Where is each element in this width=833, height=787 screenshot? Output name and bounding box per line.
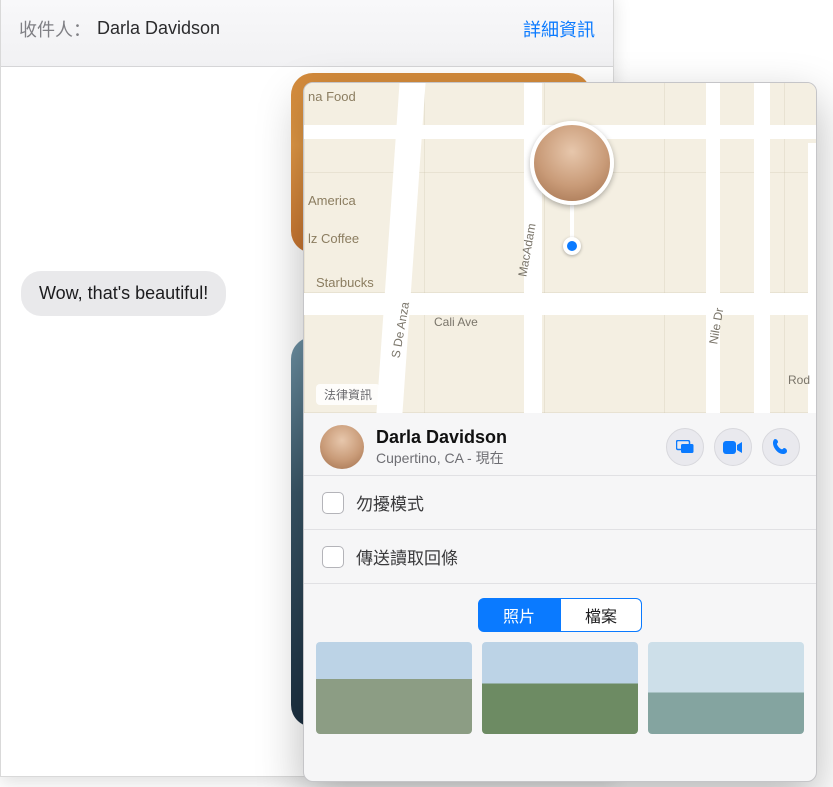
- contact-pin-avatar: [530, 121, 614, 205]
- map-legal-button[interactable]: 法律資訊: [316, 384, 380, 405]
- tab-files[interactable]: 檔案: [560, 598, 642, 632]
- dnd-checkbox[interactable]: [322, 492, 344, 514]
- photo-thumb-2[interactable]: [482, 642, 638, 734]
- tab-photos[interactable]: 照片: [478, 598, 560, 632]
- contact-name: Darla Davidson: [376, 427, 507, 448]
- received-message: Wow, that's beautiful!: [21, 271, 226, 316]
- video-icon: [723, 441, 743, 454]
- photo-thumb-1[interactable]: [316, 642, 472, 734]
- read-receipts-checkbox[interactable]: [322, 546, 344, 568]
- audio-call-button[interactable]: [762, 428, 800, 466]
- road-rod: Rod: [788, 373, 810, 387]
- details-button[interactable]: 詳細資訊: [523, 16, 595, 42]
- map-poi-america: America: [308, 193, 356, 208]
- map-poi-food: na Food: [308, 89, 356, 104]
- road-cali: Cali Ave: [434, 315, 478, 329]
- location-map[interactable]: na Food America lz Coffee Starbucks S De…: [304, 83, 816, 413]
- chat-header: 收件人： Darla Davidson 詳細資訊: [1, 0, 613, 67]
- details-popover: na Food America lz Coffee Starbucks S De…: [303, 82, 817, 782]
- share-screen-icon: [676, 440, 694, 454]
- read-receipts-label: 傳送讀取回條: [356, 544, 458, 569]
- dnd-label: 勿擾模式: [356, 490, 424, 515]
- read-receipts-row[interactable]: 傳送讀取回條: [304, 529, 816, 583]
- map-poi-starbucks: Starbucks: [316, 275, 374, 290]
- attachments-tabs: 照片 檔案: [304, 583, 816, 642]
- recipient-label: 收件人：: [19, 16, 91, 42]
- phone-icon: [772, 438, 790, 456]
- contact-row: Darla Davidson Cupertino, CA - 現在: [304, 413, 816, 475]
- contact-pin[interactable]: [530, 121, 614, 255]
- contact-avatar[interactable]: [320, 425, 364, 469]
- video-call-button[interactable]: [714, 428, 752, 466]
- contact-location: Cupertino, CA - 現在: [376, 448, 507, 468]
- share-screen-button[interactable]: [666, 428, 704, 466]
- map-poi-coffee: lz Coffee: [308, 231, 359, 246]
- photo-thumb-3[interactable]: [648, 642, 804, 734]
- recipient-name: Darla Davidson: [97, 18, 220, 39]
- location-dot-icon: [563, 237, 581, 255]
- do-not-disturb-row[interactable]: 勿擾模式: [304, 475, 816, 529]
- photo-thumbnails: [304, 642, 816, 746]
